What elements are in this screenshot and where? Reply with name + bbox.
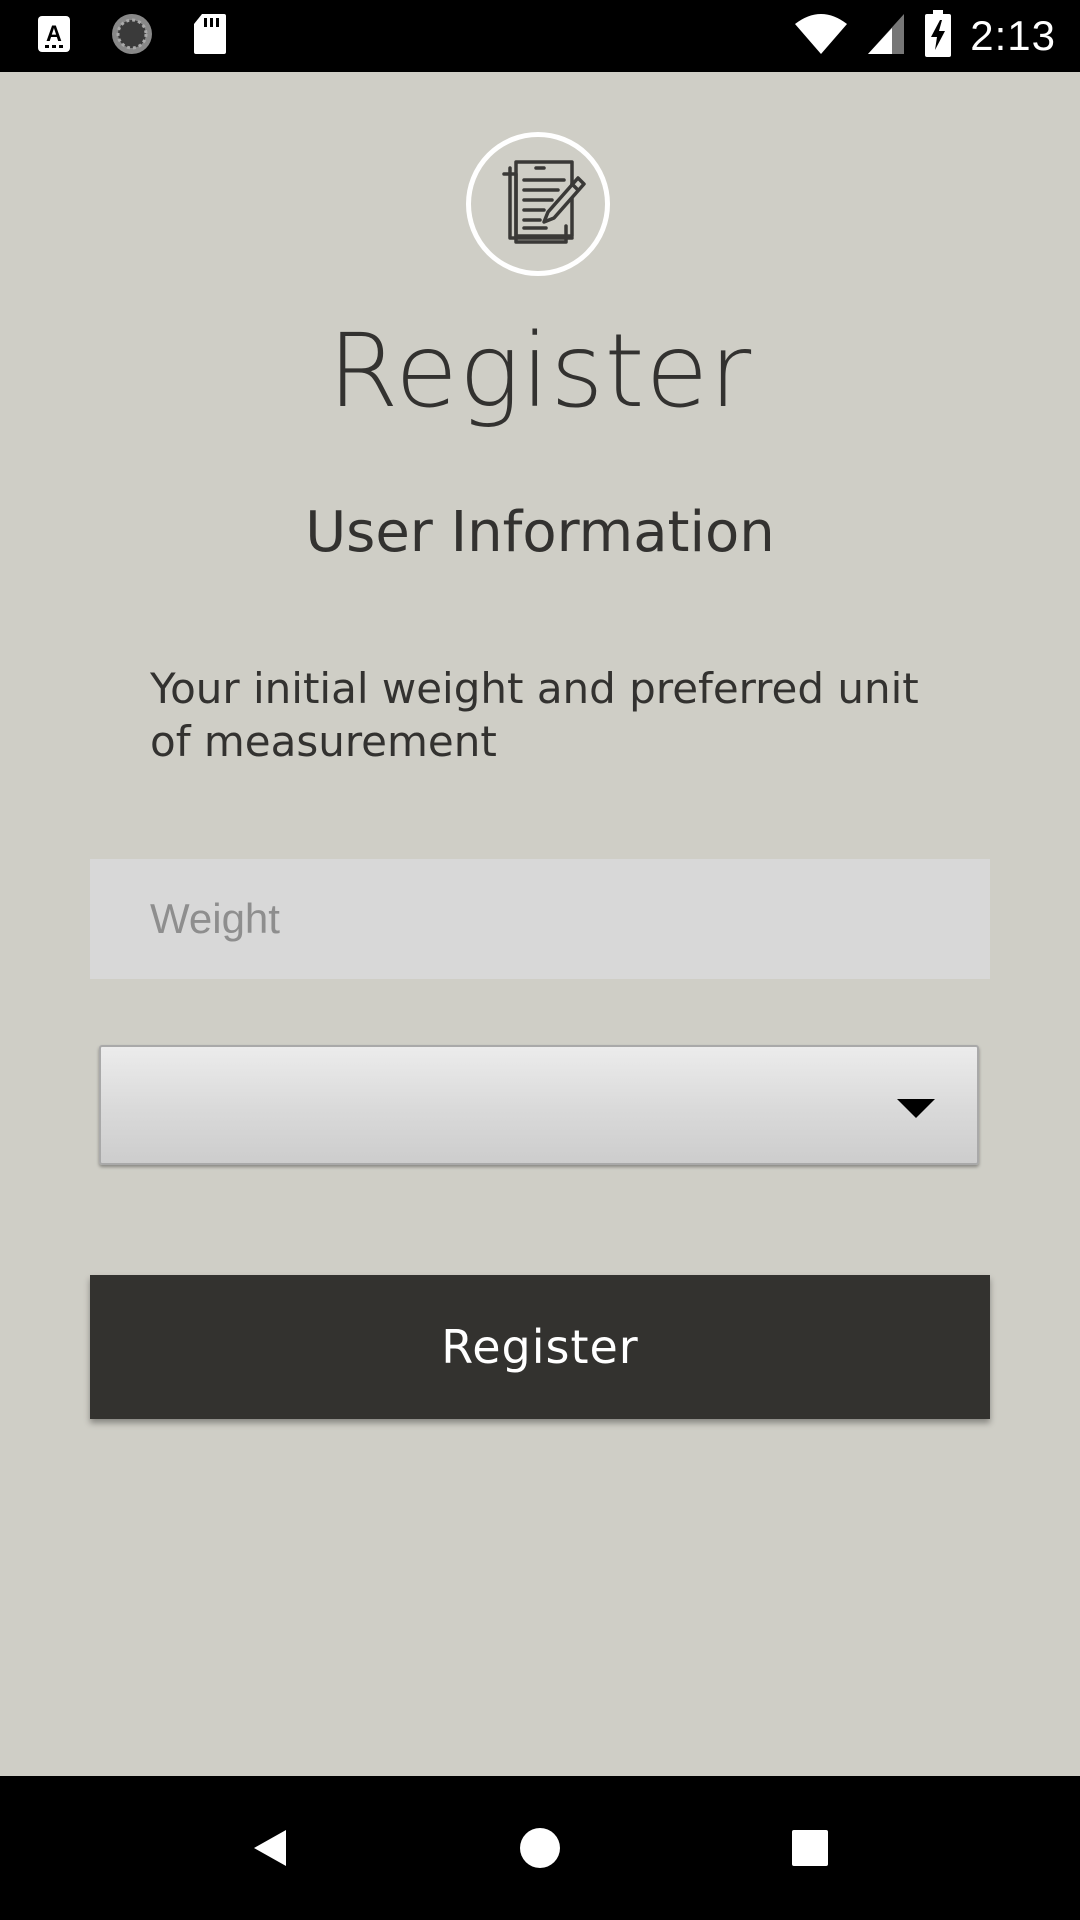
logo-badge <box>466 132 610 276</box>
home-icon[interactable] <box>504 1812 576 1884</box>
dropdown-arrow-icon <box>897 1099 935 1118</box>
section-subtitle: User Information <box>305 500 775 565</box>
page-title: Register <box>327 312 753 431</box>
svg-text:A: A <box>46 21 62 46</box>
register-screen: Register User Information Your initial w… <box>0 72 1080 1776</box>
status-bar: A 2:13 <box>0 0 1080 72</box>
form-description: Your initial weight and preferred unit o… <box>150 664 919 766</box>
status-right-icons: 2:13 <box>794 10 1056 62</box>
sync-icon <box>110 12 154 60</box>
notepad-pencil-icon <box>490 154 586 254</box>
recents-icon[interactable] <box>774 1812 846 1884</box>
navigation-bar <box>0 1776 1080 1920</box>
register-button[interactable]: Register <box>90 1275 990 1419</box>
status-left-icons: A <box>36 14 228 58</box>
battery-charging-icon <box>924 10 952 62</box>
status-time: 2:13 <box>970 12 1056 59</box>
sd-card-icon <box>192 12 228 60</box>
back-icon[interactable] <box>234 1812 306 1884</box>
wifi-icon <box>794 12 848 60</box>
weight-input[interactable] <box>90 859 990 979</box>
a-icon: A <box>36 14 72 58</box>
unit-dropdown[interactable] <box>99 1045 979 1165</box>
signal-icon <box>866 12 906 60</box>
